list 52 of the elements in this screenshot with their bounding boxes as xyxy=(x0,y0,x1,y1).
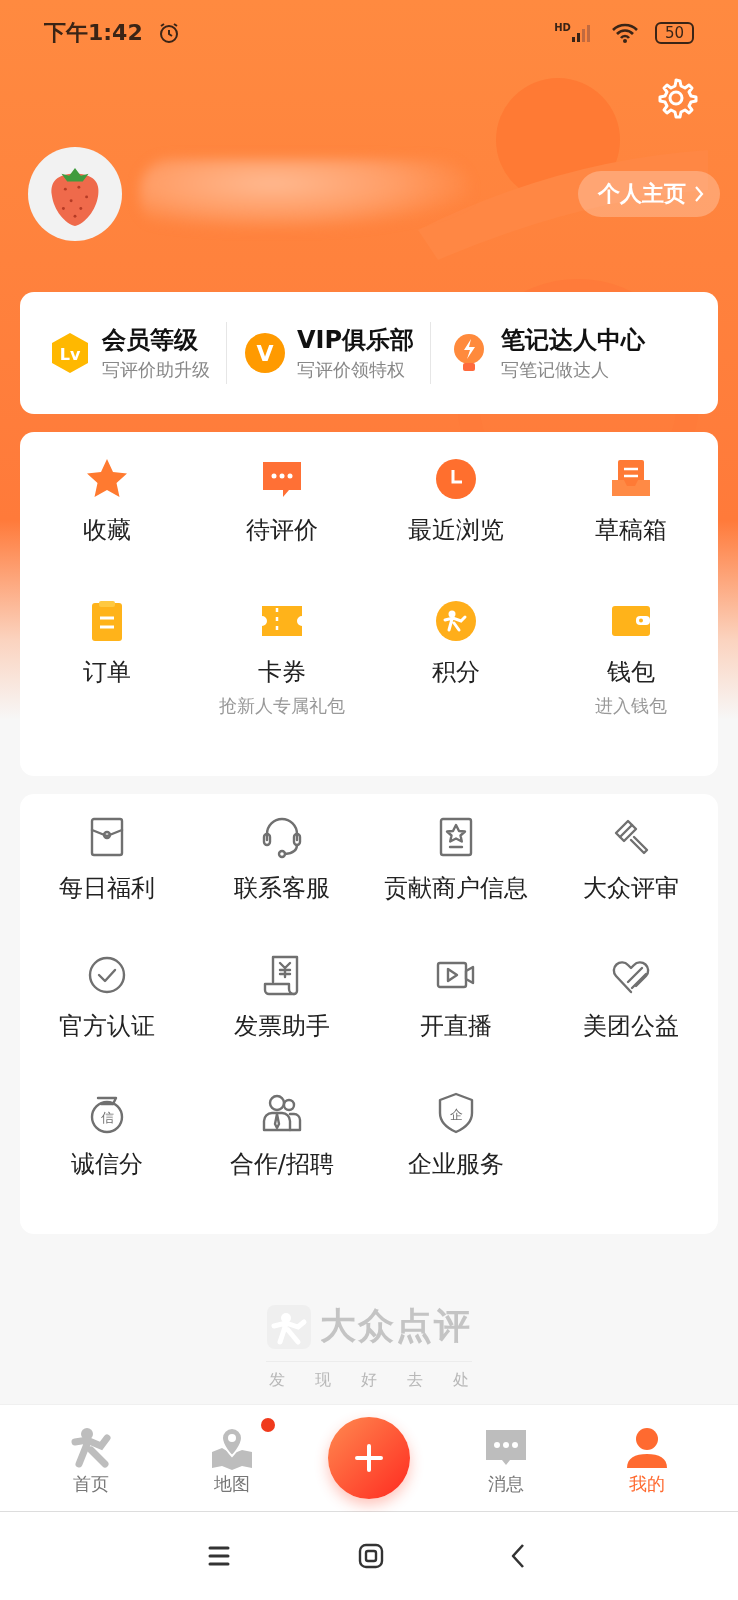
slogan-text: 去 xyxy=(407,1370,423,1391)
back-icon[interactable] xyxy=(510,1543,526,1569)
slogan-text: 好 xyxy=(361,1370,377,1391)
shortcut-subtitle: 进入钱包 xyxy=(594,694,667,718)
tab-item[interactable]: 首页 xyxy=(45,1418,136,1498)
icon-glyph: 信 xyxy=(100,1110,114,1125)
slogan-text: 发 xyxy=(269,1370,285,1391)
status-time: 下午1:42 xyxy=(44,19,143,47)
service-label[interactable]: 美团公益 xyxy=(582,1010,679,1042)
icon-glyph: 企 xyxy=(449,1107,463,1122)
menu-icon[interactable] xyxy=(206,1545,232,1567)
service-label[interactable]: 每日福利 xyxy=(59,872,156,904)
person-icon xyxy=(625,1426,670,1470)
shortcut-label[interactable]: 草稿箱 xyxy=(594,514,667,546)
shortcut-label[interactable]: 卡券 xyxy=(257,656,306,688)
perk-subtitle: 写笔记做达人 xyxy=(501,358,611,382)
perk-title[interactable]: 笔记达人中心 xyxy=(501,324,646,356)
perk-title[interactable]: 会员等级 xyxy=(102,324,210,356)
shortcut-label[interactable]: 待评价 xyxy=(245,514,318,546)
tab-item[interactable]: 消息 xyxy=(461,1418,552,1498)
tab-item[interactable]: 地图 xyxy=(186,1418,277,1498)
service-label[interactable]: 开直播 xyxy=(420,1010,493,1042)
service-label[interactable]: 诚信分 xyxy=(71,1148,144,1180)
service-label[interactable]: 官方认证 xyxy=(59,1010,156,1042)
badge-text: V xyxy=(256,341,274,366)
map-pin-icon xyxy=(209,1426,254,1470)
badge-text: Lv xyxy=(59,345,81,364)
service-label[interactable]: 企业服务 xyxy=(408,1148,505,1180)
perk-subtitle: 写评价领特权 xyxy=(297,358,406,382)
perk-title[interactable]: VIP俱乐部 xyxy=(297,324,415,356)
home-icon[interactable] xyxy=(358,1543,384,1569)
perk-subtitle: 写评价助升级 xyxy=(102,358,210,382)
shortcut-label[interactable]: 积分 xyxy=(432,656,481,688)
service-label[interactable]: 合作/招聘 xyxy=(229,1148,334,1180)
service-label[interactable]: 大众评审 xyxy=(582,872,679,904)
battery-indicator: 50 xyxy=(654,22,694,44)
plus-icon xyxy=(353,1443,384,1473)
shortcut-label[interactable]: 收藏 xyxy=(83,514,132,546)
signal-icon xyxy=(570,23,593,43)
slogan-text: 现 xyxy=(315,1370,331,1391)
add-button[interactable] xyxy=(327,1417,410,1499)
service-label[interactable]: 贡献商户信息 xyxy=(384,872,529,904)
shortcut-subtitle: 抢新人专属礼包 xyxy=(218,694,345,718)
shortcut-label[interactable]: 订单 xyxy=(83,656,132,688)
service-label[interactable]: 联系客服 xyxy=(233,872,330,904)
chevron-right-icon xyxy=(694,185,704,203)
service-label[interactable]: 发票助手 xyxy=(233,1010,330,1042)
wifi-icon xyxy=(610,22,639,44)
network-label: HD xyxy=(554,21,571,33)
shortcut-label[interactable]: 钱包 xyxy=(606,656,655,688)
slogan-text: 处 xyxy=(453,1370,469,1391)
shortcut-label[interactable]: 最近浏览 xyxy=(408,514,505,546)
